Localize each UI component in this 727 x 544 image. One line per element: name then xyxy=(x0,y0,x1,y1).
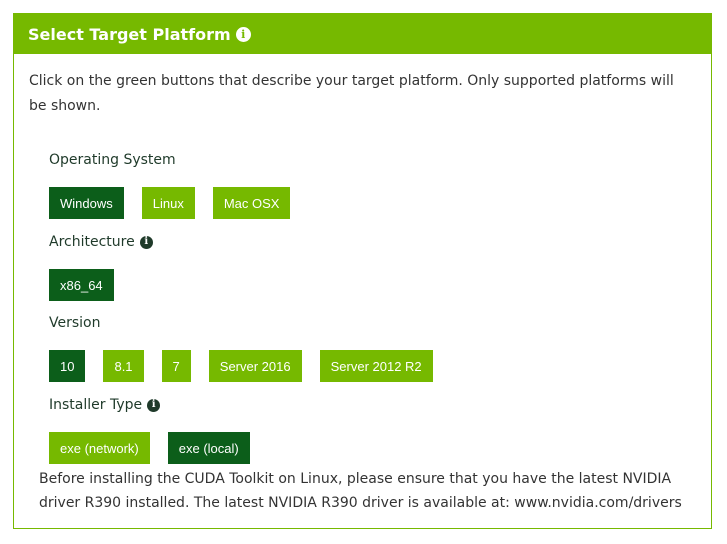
installer-button-row: exe (network) exe (local) xyxy=(49,432,268,464)
info-icon[interactable]: i xyxy=(147,398,161,412)
info-icon[interactable]: i xyxy=(139,235,153,249)
section-label-version: Version xyxy=(49,315,100,331)
target-platform-panel: Select Target Platform i Click on the gr… xyxy=(13,13,712,529)
version-option-7[interactable]: 7 xyxy=(161,350,191,382)
installer-option-exe-local[interactable]: exe (local) xyxy=(167,432,250,464)
section-label-text: Installer Type xyxy=(49,397,143,413)
panel-title: Select Target Platform xyxy=(28,24,231,44)
os-option-mac-osx[interactable]: Mac OSX xyxy=(212,187,291,219)
version-option-server-2012-r2[interactable]: Server 2012 R2 xyxy=(319,350,433,382)
os-option-linux[interactable]: Linux xyxy=(141,187,195,219)
section-label-text: Version xyxy=(49,315,101,331)
version-button-row: 10 8.1 7 Server 2016 Server 2012 R2 xyxy=(49,350,451,382)
version-option-8-1[interactable]: 8.1 xyxy=(103,350,144,382)
section-label-architecture: Architecture i xyxy=(49,234,153,250)
version-option-10[interactable]: 10 xyxy=(49,350,86,382)
section-label-installer-type: Installer Type i xyxy=(49,397,161,413)
panel-header: Select Target Platform i xyxy=(14,14,711,54)
intro-text: Click on the green buttons that describe… xyxy=(29,73,674,114)
section-label-text: Architecture xyxy=(49,234,135,250)
arch-button-row: x86_64 xyxy=(49,269,132,301)
info-icon[interactable]: i xyxy=(235,26,251,42)
linux-driver-note: Before installing the CUDA Toolkit on Li… xyxy=(39,471,682,511)
section-label-text: Operating System xyxy=(49,152,176,168)
installer-option-exe-network[interactable]: exe (network) xyxy=(49,432,150,464)
section-label-operating-system: Operating System xyxy=(49,152,176,168)
os-button-row: Windows Linux Mac OSX xyxy=(49,187,308,219)
version-option-server-2016[interactable]: Server 2016 xyxy=(208,350,302,382)
os-option-windows[interactable]: Windows xyxy=(49,187,124,219)
arch-option-x86-64[interactable]: x86_64 xyxy=(49,269,114,301)
